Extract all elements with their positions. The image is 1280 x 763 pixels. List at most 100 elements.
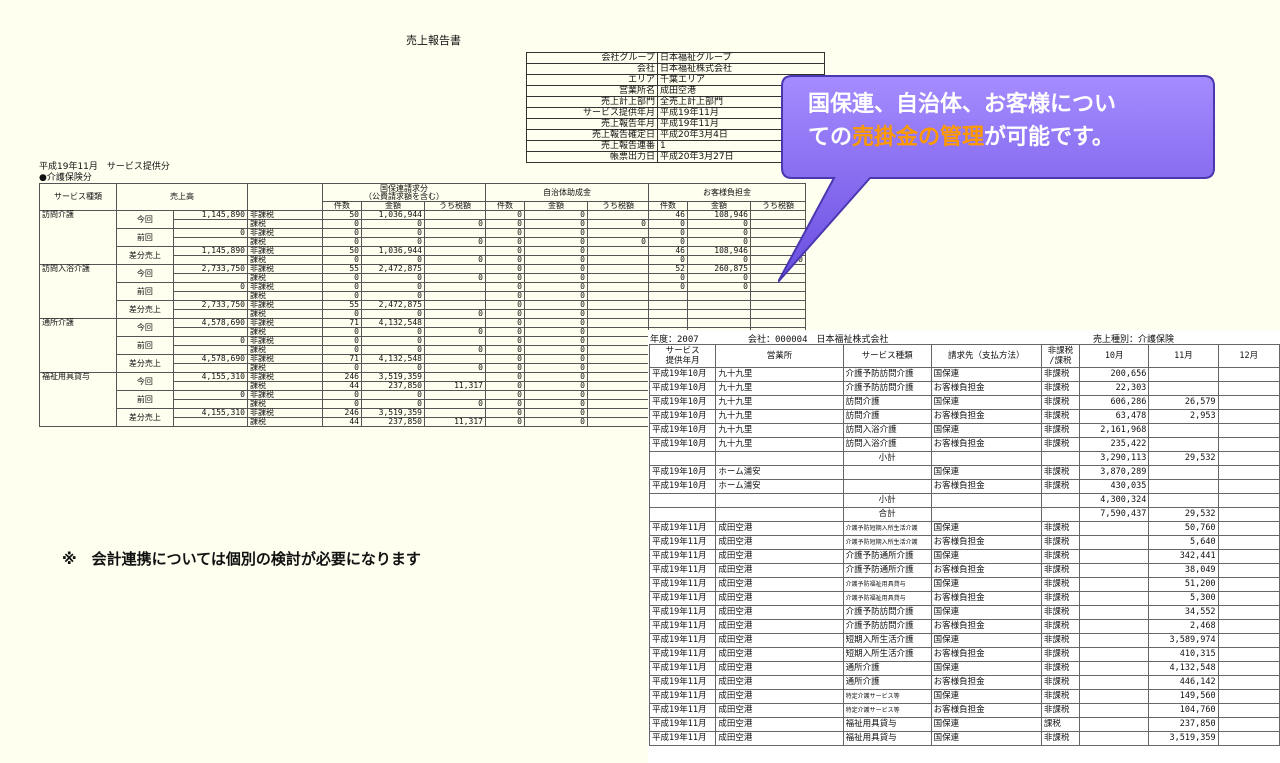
s2-cell: 国保連	[930, 423, 1042, 438]
value-cell: 237,850	[361, 417, 425, 427]
s2-cell: 平成19年11月	[648, 689, 717, 704]
s2-cell	[1217, 675, 1280, 690]
s2-cell: 5,300	[1148, 591, 1219, 606]
s2-cell: 非課税	[1040, 479, 1081, 494]
value-cell	[424, 318, 486, 328]
s2-cell: 非課税	[1040, 409, 1081, 424]
value-cell	[424, 336, 486, 346]
s2-cell: 235,422	[1079, 437, 1150, 452]
value-cell: 0	[424, 255, 486, 265]
s2-cell: 成田空港	[715, 577, 844, 592]
value-cell: 0	[485, 417, 525, 427]
s2-cell: 606,286	[1079, 395, 1150, 410]
value-cell	[750, 300, 806, 310]
row-label: 今回	[116, 318, 174, 337]
s2-cell: 成田空港	[715, 717, 844, 732]
value-cell	[587, 309, 649, 319]
col-service: サービス種類	[39, 183, 117, 211]
row-label: 前回	[116, 282, 174, 301]
s2-cell: 国保連	[930, 633, 1042, 648]
value-cell: 0	[524, 219, 588, 229]
value-cell	[587, 408, 649, 418]
s2-cell: 福祉用具貸与	[842, 717, 932, 732]
value-cell: 0	[424, 345, 486, 355]
header-key: 売上報告連番	[526, 140, 658, 152]
s2-cell	[1217, 563, 1280, 578]
tax-type: 課税	[247, 417, 323, 427]
s2-cell: 非課税	[1040, 675, 1081, 690]
s2-cell	[1217, 703, 1280, 718]
value-cell: 11,317	[424, 381, 486, 391]
value-cell: 108,946	[687, 210, 751, 220]
s2-cell: 介護予防福祉用具貸与	[842, 577, 932, 592]
s2-cell: 国保連	[930, 731, 1042, 746]
value-cell: 0	[524, 390, 588, 400]
value-cell: 0	[648, 282, 688, 292]
s2-cell: 非課税	[1040, 381, 1081, 396]
table-row: 平成19年11月 成田空港 介護予防福祉用具貸与 国保連 非課税 51,200	[648, 577, 1280, 592]
table-row: 訪問介護 今回 1,145,890 非課税 50 1,036,944 0 0 46 108,946	[39, 210, 806, 265]
value-cell	[687, 291, 751, 301]
s2-cell: 国保連	[930, 717, 1042, 732]
s2-cell: 成田空港	[715, 647, 844, 662]
value-cell: 0	[524, 399, 588, 409]
sales-amount: 4,578,690	[172, 354, 249, 364]
s2-cell: 平成19年11月	[648, 647, 717, 662]
s2-cell: 3,290,113	[1079, 451, 1150, 466]
value-cell	[587, 363, 649, 373]
s2-cell: 34,552	[1148, 605, 1219, 620]
s2-cell: 非課税	[1040, 521, 1081, 536]
value-cell	[424, 291, 486, 301]
callout-line-1: 国保連、自治体、お客様につい	[808, 92, 1117, 117]
s2-cell: 成田空港	[715, 689, 844, 704]
value-cell: 0	[361, 327, 425, 337]
s2-cell: 非課税	[1040, 661, 1081, 676]
sales-amount: 1,145,890	[172, 246, 249, 256]
table-row: 平成19年11月 成田空港 介護予防通所介護 お客様負担金 非課税 38,049	[648, 563, 1280, 578]
empty-cell	[172, 219, 249, 229]
s2-cell: 5,640	[1148, 535, 1219, 550]
s2-cell	[1148, 367, 1219, 382]
value-cell	[587, 264, 649, 274]
s2-cell: 平成19年10月	[648, 395, 717, 410]
s2-cell: 平成19年11月	[648, 535, 717, 550]
s2-cell: 国保連	[930, 465, 1042, 480]
s2-cell: 平成19年10月	[648, 479, 717, 494]
callout-line-2: ての売掛金の管理が可能です。	[808, 125, 1114, 150]
table-row: 平成19年10月 九十九里 介護予防訪問介護 お客様負担金 非課税 22,303	[648, 381, 1280, 396]
s2-cell: 訪問介護	[842, 409, 932, 424]
value-cell: 0	[424, 399, 486, 409]
value-cell: 0	[524, 282, 588, 292]
s2-header: 請求先（支払方法）	[930, 344, 1042, 368]
s2-cell	[1148, 381, 1219, 396]
s2-cell: 430,035	[1079, 479, 1150, 494]
value-cell	[587, 273, 649, 283]
value-cell	[587, 417, 649, 427]
s2-cell: 成田空港	[715, 661, 844, 676]
sales-amount: 0	[172, 282, 249, 292]
s2-cell: 非課税	[1040, 535, 1081, 550]
s2-cell: 非課税	[1040, 367, 1081, 382]
value-cell: 0	[424, 309, 486, 319]
s2-cell: 介護予防訪問介護	[842, 381, 932, 396]
s2-cell	[1079, 717, 1150, 732]
receivables-table: サービス 提供年月 営業所 サービス種類 請求先（支払方法） 非課税/課税 10月 11月 12…	[648, 344, 1280, 746]
s2-cell	[930, 451, 1042, 466]
s2-cell: 2,161,968	[1079, 423, 1150, 438]
s2-cell: 訪問入浴介護	[842, 423, 932, 438]
s2-cell: 非課税	[1040, 395, 1081, 410]
value-cell: 0	[524, 291, 588, 301]
s2-cell: 非課税	[1040, 591, 1081, 606]
table-row: 平成19年11月 成田空港 福祉用具貸与 国保連 課税 237,850	[648, 717, 1280, 732]
s2-cell: 446,142	[1148, 675, 1219, 690]
s2-cell	[1079, 703, 1150, 718]
group-jichitai: 自治体助成金	[485, 183, 649, 202]
s2-cell: 介護予防通所介護	[842, 563, 932, 578]
value-cell	[424, 210, 486, 220]
value-cell: 0	[424, 237, 486, 247]
s2-cell: 38,049	[1148, 563, 1219, 578]
value-cell	[687, 318, 751, 328]
value-cell: 0	[524, 273, 588, 283]
s2-cell: 平成19年11月	[648, 731, 717, 746]
row-label: 今回	[116, 372, 174, 391]
